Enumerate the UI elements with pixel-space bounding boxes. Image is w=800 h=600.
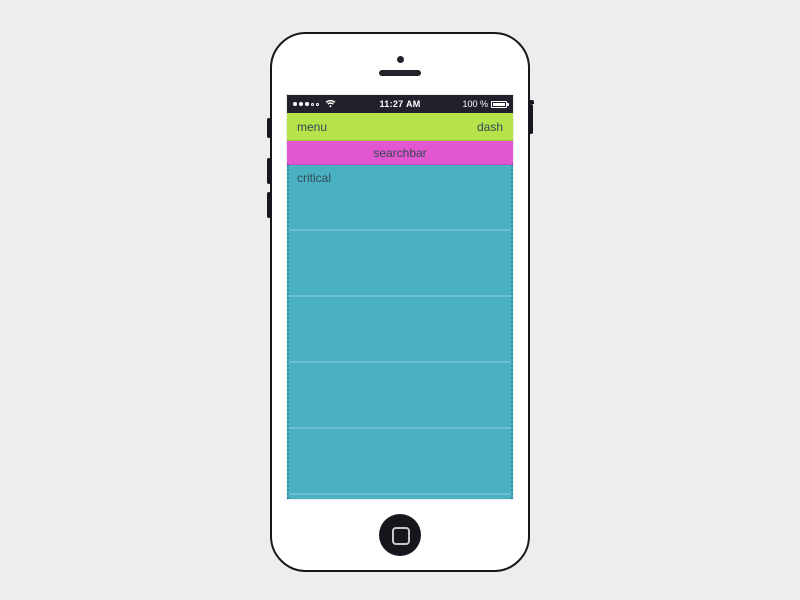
status-bar: 11:27 AM 100 % xyxy=(287,95,513,113)
list-item[interactable] xyxy=(289,231,511,297)
status-time: 11:27 AM xyxy=(287,99,513,109)
power-button xyxy=(529,104,533,134)
volume-up-button xyxy=(267,158,271,184)
screen: 11:27 AM 100 % menu dash searchbar criti… xyxy=(286,94,514,500)
search-bar-label: searchbar xyxy=(373,146,426,160)
earpiece xyxy=(379,70,421,76)
list-item[interactable] xyxy=(289,429,511,495)
dash-button[interactable]: dash xyxy=(477,120,503,134)
volume-down-button xyxy=(267,192,271,218)
list-item-label: critical xyxy=(297,171,331,185)
list-item[interactable]: critical xyxy=(289,165,511,231)
home-button[interactable] xyxy=(379,514,421,556)
menu-button[interactable]: menu xyxy=(297,120,327,134)
search-bar[interactable]: searchbar xyxy=(287,141,513,165)
mute-switch xyxy=(267,118,271,138)
phone-frame: 11:27 AM 100 % menu dash searchbar criti… xyxy=(270,32,530,572)
nav-bar: menu dash xyxy=(287,113,513,141)
list-item[interactable] xyxy=(289,363,511,429)
list-item[interactable] xyxy=(289,297,511,363)
battery-icon xyxy=(491,101,507,108)
front-camera xyxy=(397,56,404,63)
list[interactable]: critical xyxy=(287,165,513,499)
